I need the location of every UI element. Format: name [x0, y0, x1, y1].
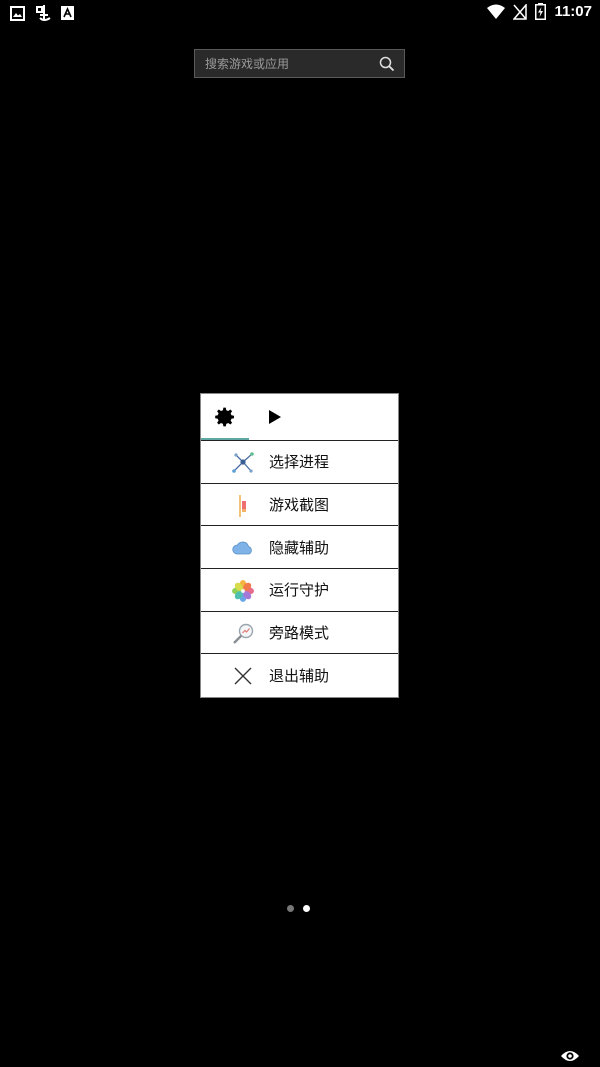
- eye-icon[interactable]: [560, 1048, 580, 1064]
- menu-item-label: 退出辅助: [269, 667, 330, 686]
- menu-item-label: 运行守护: [269, 581, 330, 600]
- wifi-icon: [487, 4, 506, 19]
- tab-play[interactable]: [251, 394, 299, 440]
- cloud-icon: [232, 541, 252, 555]
- clock: 11:07: [554, 3, 592, 20]
- close-icon: [234, 667, 252, 685]
- image-icon: [10, 5, 25, 21]
- tab-settings[interactable]: [201, 394, 249, 440]
- page-indicator: [287, 905, 310, 912]
- menu-item-run-guard[interactable]: 运行守护: [201, 569, 398, 612]
- menu-item-label: 选择进程: [269, 453, 330, 472]
- battery-charging-icon: [535, 3, 547, 20]
- search-input[interactable]: [195, 50, 375, 77]
- menu-item-exit-assist[interactable]: 退出辅助: [201, 654, 398, 697]
- menu-item-hide-assist[interactable]: 隐藏辅助: [201, 526, 398, 570]
- floating-menu: 选择进程 游戏截图 隐藏辅助 运行守护 旁路模式 退出辅助: [200, 393, 399, 698]
- search-box[interactable]: [194, 49, 405, 78]
- search-icon[interactable]: [379, 56, 395, 72]
- no-sim-icon: [513, 3, 528, 20]
- status-bar: 11:07: [0, 0, 600, 26]
- menu-item-bypass-mode[interactable]: 旁路模式: [201, 612, 398, 655]
- process-network-icon: [232, 452, 254, 473]
- page-dot-2[interactable]: [303, 905, 310, 912]
- flower-icon: [232, 580, 254, 603]
- menu-tab-bar: [201, 394, 398, 441]
- menu-item-label: 隐藏辅助: [269, 538, 330, 557]
- magnifier-chart-icon: [233, 623, 254, 644]
- notification-icons: [10, 4, 74, 22]
- a-box-icon: [61, 6, 74, 20]
- system-icons: 11:07: [487, 3, 592, 20]
- page-dot-1[interactable]: [287, 905, 294, 912]
- gear-icon: [215, 407, 234, 427]
- screenshot-icon: [239, 494, 246, 517]
- menu-item-game-screenshot[interactable]: 游戏截图: [201, 484, 398, 527]
- menu-item-label: 旁路模式: [269, 624, 330, 643]
- play-icon: [269, 410, 281, 424]
- bug-icon: [36, 5, 51, 21]
- menu-item-select-process[interactable]: 选择进程: [201, 441, 398, 484]
- menu-item-label: 游戏截图: [269, 496, 330, 515]
